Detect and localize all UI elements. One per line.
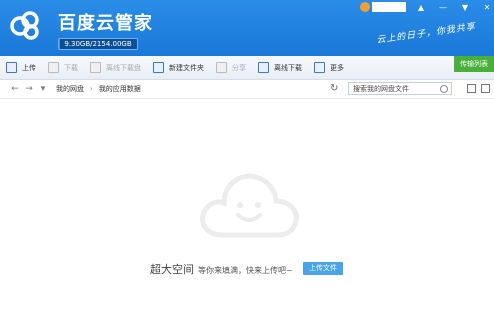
transfer-list-button[interactable]: 传输列表	[454, 56, 494, 72]
upload-icon	[6, 62, 17, 73]
user-avatar[interactable]	[360, 2, 370, 12]
upload-label: 上传	[22, 63, 36, 72]
search-icon[interactable]	[440, 85, 448, 93]
share-button[interactable]: 分享	[210, 56, 252, 79]
more-label: 更多	[330, 63, 344, 72]
folder-icon	[153, 62, 164, 73]
download-label: 下载	[64, 63, 78, 72]
more-button[interactable]: 更多	[308, 56, 350, 79]
upload-button[interactable]: 上传	[0, 56, 42, 79]
offline-download-icon	[258, 62, 269, 73]
slogan: 云上的日子，你我共享	[375, 22, 477, 46]
storage-quota: 9.30GB/2154.00GB	[58, 38, 138, 50]
more-icon	[314, 62, 325, 73]
quota-text: 9.30GB/2154.00GB	[64, 40, 132, 48]
new-folder-label: 新建文件夹	[169, 63, 204, 72]
window-controls: ▲ — ▼ ✕	[360, 0, 494, 14]
disk-icon	[90, 62, 101, 73]
empty-subtext: 等你来填满，快来上传吧~	[198, 266, 293, 275]
refresh-icon[interactable]: ↻	[330, 83, 338, 94]
list-view-icon[interactable]	[467, 84, 476, 93]
empty-cloud-icon	[200, 173, 299, 238]
baidu-cloud-logo-icon	[10, 11, 39, 40]
download-icon	[48, 62, 59, 73]
offline-disk-label: 离线下载盘	[106, 63, 141, 72]
upload-file-button[interactable]: 上传文件	[303, 262, 343, 275]
minimize-button[interactable]: —	[432, 3, 454, 12]
forward-icon[interactable]: →	[22, 84, 36, 94]
menu-button[interactable]: ▼	[454, 3, 476, 12]
username-field[interactable]	[372, 2, 406, 12]
app-header: 百度云管家 9.30GB/2154.00GB 云上的日子，你我共享 ▲ — ▼ …	[0, 0, 494, 56]
offline-download-label: 离线下载	[274, 63, 302, 72]
search-input[interactable]: 搜索我的网盘文件	[348, 82, 452, 95]
breadcrumb-current[interactable]: 我的应用数据	[99, 84, 141, 94]
empty-headline: 超大空间	[150, 263, 194, 276]
back-icon[interactable]: ←	[8, 84, 22, 94]
grid-view-icon[interactable]	[481, 84, 490, 93]
download-button[interactable]: 下载	[42, 56, 84, 79]
offline-download-button[interactable]: 离线下载	[252, 56, 308, 79]
close-button[interactable]: ✕	[476, 3, 494, 12]
search-placeholder: 搜索我的网盘文件	[353, 85, 409, 93]
breadcrumb-home[interactable]: 我的网盘	[56, 84, 84, 94]
offline-disk-button[interactable]: 离线下载盘	[84, 56, 147, 79]
breadcrumb-separator: ›	[90, 85, 93, 93]
app-title: 百度云管家	[58, 13, 153, 34]
empty-state-message: 超大空间 等你来填满，快来上传吧~	[150, 261, 293, 277]
share-icon	[216, 62, 227, 73]
new-folder-button[interactable]: 新建文件夹	[147, 56, 210, 79]
share-label: 分享	[232, 63, 246, 72]
navigation-bar: ← → ▾ 我的网盘 › 我的应用数据 ↻ 搜索我的网盘文件	[0, 80, 494, 99]
history-dropdown-icon[interactable]: ▾	[36, 84, 50, 94]
notify-icon[interactable]: ▲	[410, 3, 432, 12]
toolbar: 上传 下载 离线下载盘 新建文件夹 分享 离线下载 更多	[0, 56, 494, 80]
